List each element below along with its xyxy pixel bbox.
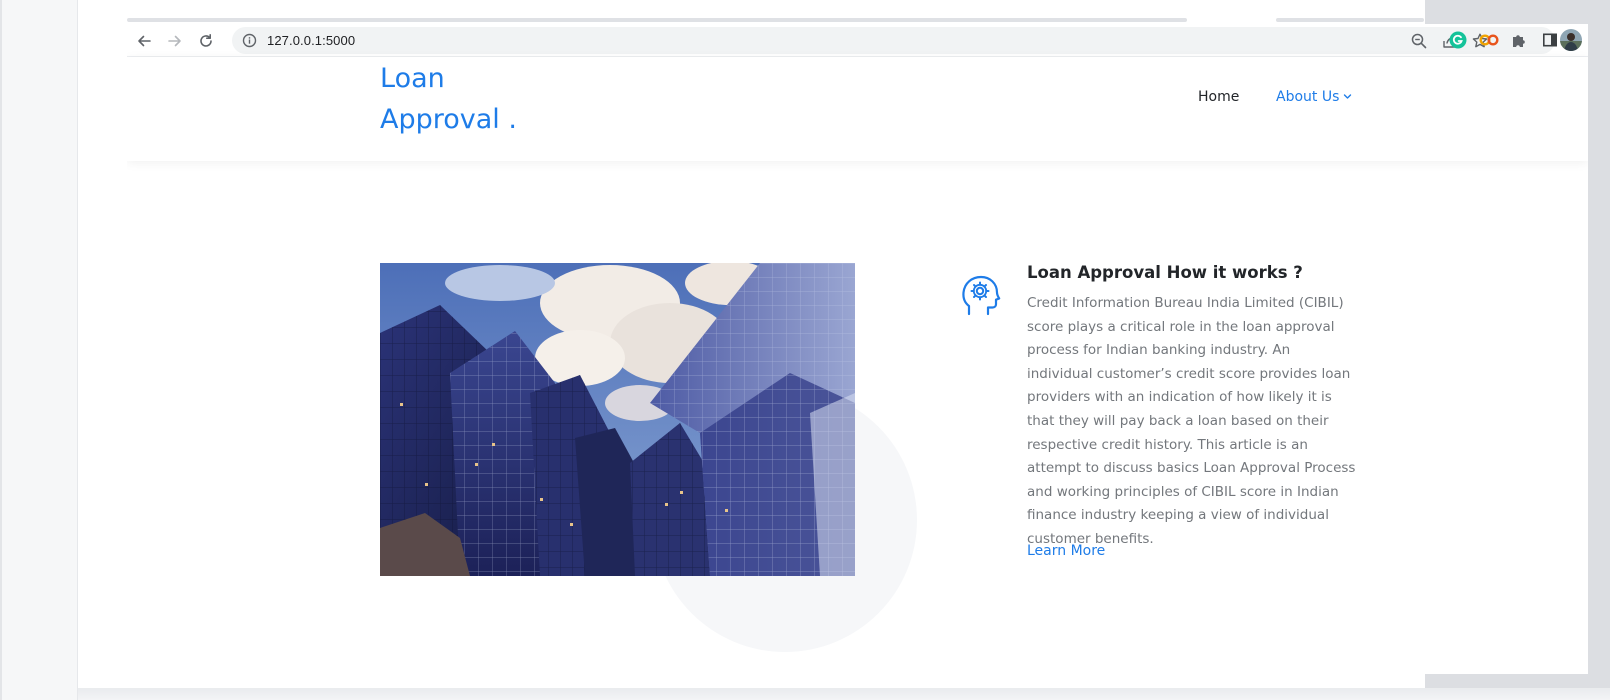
skyscrapers-image: [380, 263, 855, 576]
extensions-puzzle-icon[interactable]: [1508, 29, 1530, 51]
tab-strip-edge: [127, 18, 1187, 22]
learn-more-link[interactable]: Learn More: [1027, 543, 1105, 559]
chevron-down-icon: [1343, 89, 1352, 105]
tab-strip-edge-right: [1276, 18, 1424, 22]
site-header: Loan Approval . Home About Us: [127, 57, 1588, 161]
nav-about-us-label: About Us: [1276, 89, 1340, 105]
head-gear-icon: [961, 274, 1001, 318]
profile-avatar[interactable]: [1560, 29, 1582, 51]
site-logo[interactable]: Loan Approval .: [380, 58, 580, 140]
site-info-icon[interactable]: [242, 33, 257, 48]
logo-line-1: Loan: [380, 63, 445, 94]
desktop-left-panel: [0, 0, 78, 700]
browser-window: 127.0.0.1:5000 Loan Approval . Home Abou…: [127, 24, 1588, 674]
url-text[interactable]: 127.0.0.1:5000: [267, 33, 355, 48]
address-bar[interactable]: 127.0.0.1:5000: [232, 27, 1555, 54]
forward-arrow-icon: [167, 33, 183, 49]
reload-icon: [198, 33, 214, 49]
zoom-icon[interactable]: [1410, 32, 1428, 50]
reload-button[interactable]: [194, 29, 218, 53]
browser-toolbar: 127.0.0.1:5000: [127, 24, 1588, 57]
coupon-extension-icon[interactable]: [1478, 29, 1500, 51]
feature-description: Credit Information Bureau India Limited …: [1027, 295, 1356, 547]
desktop-bottom-strip: [78, 688, 1610, 700]
nav-home-link[interactable]: Home: [1198, 89, 1239, 105]
back-button[interactable]: [132, 29, 156, 53]
side-panel-icon[interactable]: [1539, 29, 1561, 51]
nav-about-us-link[interactable]: About Us: [1276, 89, 1352, 105]
logo-line-2: Approval .: [380, 104, 517, 135]
feature-title: Loan Approval How it works ?: [1027, 263, 1303, 282]
forward-button[interactable]: [163, 29, 187, 53]
grammarly-icon[interactable]: [1447, 29, 1469, 51]
back-arrow-icon: [136, 33, 152, 49]
